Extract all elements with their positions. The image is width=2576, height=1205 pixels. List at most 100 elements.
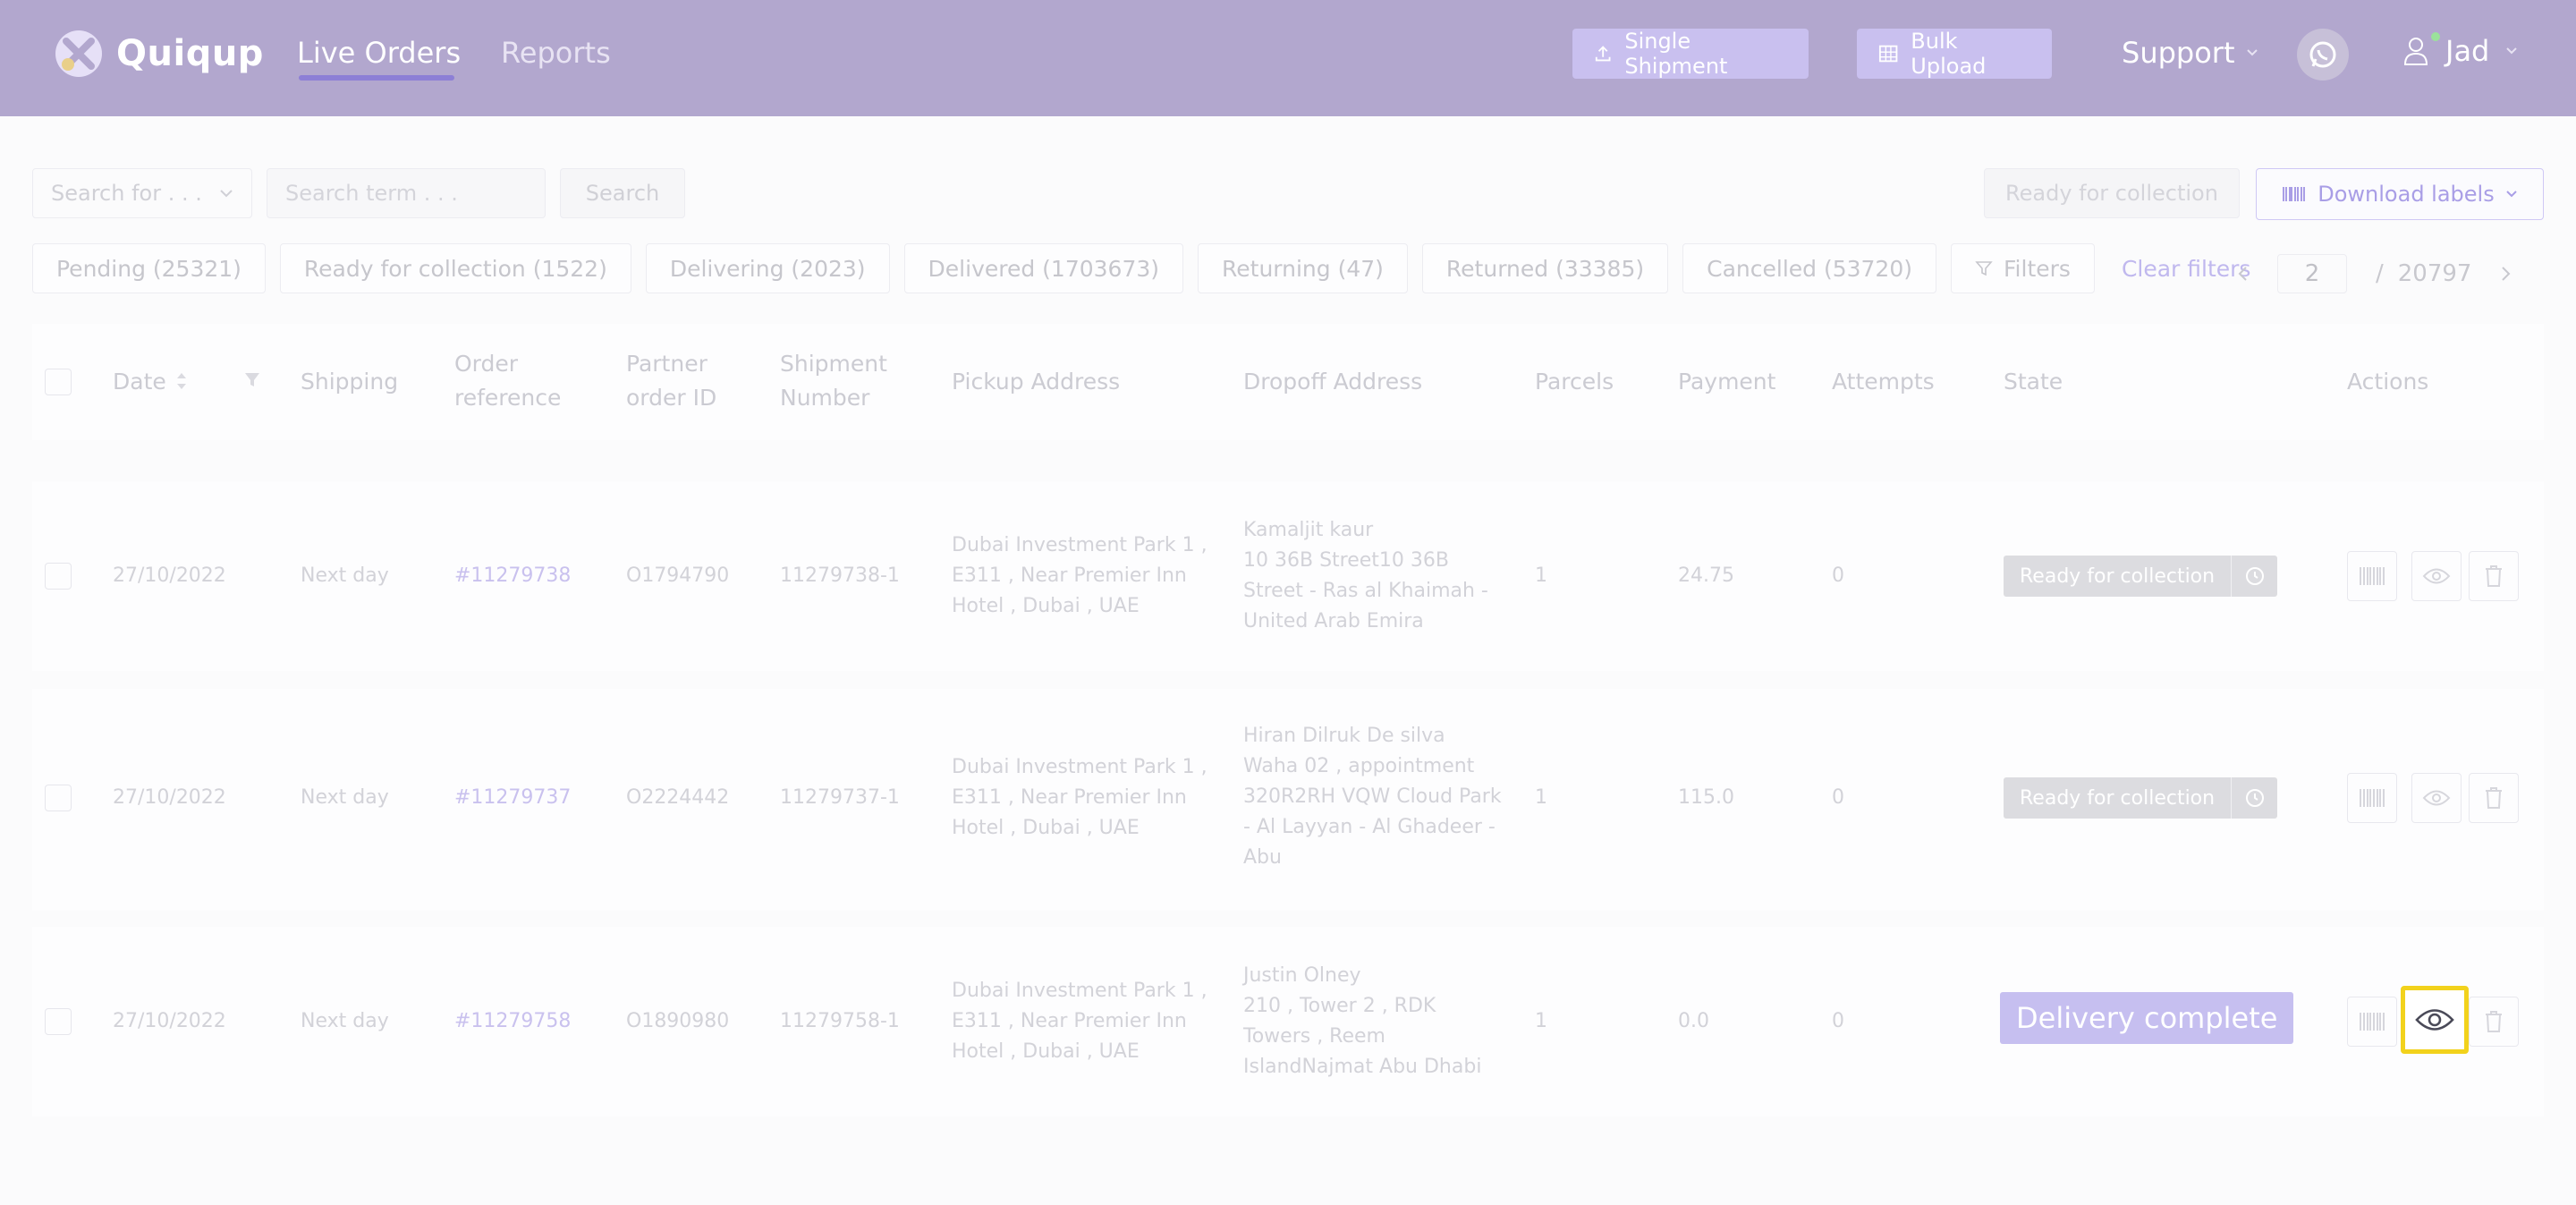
row-partner-order-id: O1794790 [626,564,730,587]
col-date[interactable]: Date [113,365,166,399]
row-attempts: 0 [1832,1010,1844,1032]
table-row[interactable]: 27/10/2022 Next day #11279738 O1794790 1… [32,481,2544,671]
whatsapp-icon[interactable] [2297,29,2349,81]
row-dropoff-line: 320R2RH VQW Cloud Park [1243,785,1502,808]
bulk-upload-label: Bulk Upload [1911,29,1987,79]
row-date: 27/10/2022 [113,1010,226,1032]
tab-pending[interactable]: Pending (25321) [32,243,266,293]
single-shipment-button[interactable]: Single Shipment [1572,29,1809,79]
row-pickup-line: E311 , Near Premier Inn [952,786,1187,809]
tab-ready-for-collection[interactable]: Ready for collection (1522) [279,243,631,293]
nav-live-orders[interactable]: Live Orders [297,36,461,70]
row-checkbox[interactable] [45,563,72,590]
table-row[interactable]: 27/10/2022 Next day #11279737 O2224442 1… [32,689,2544,911]
row-pickup-line: E311 , Near Premier Inn [952,1010,1187,1032]
row-partner-order-id: O2224442 [626,786,730,809]
row-checkbox[interactable] [45,1008,72,1035]
print-label-button[interactable] [2347,551,2397,601]
support-menu[interactable]: Support [2122,36,2258,70]
status-tabs: Pending (25321) Ready for collection (15… [32,243,2250,293]
row-shipping: Next day [301,564,389,587]
filters-button[interactable]: Filters [1951,243,2095,293]
delete-order-button[interactable] [2469,773,2519,823]
filter-icon[interactable] [243,370,261,390]
row-checkbox[interactable] [45,785,72,811]
quiqup-logo-icon [55,30,102,77]
clear-filters-link[interactable]: Clear filters [2122,256,2251,282]
print-label-button[interactable] [2347,997,2397,1047]
state-badge: Ready for collection [2004,777,2278,819]
select-all-checkbox[interactable] [45,369,72,395]
view-order-button[interactable] [2411,773,2462,823]
row-pickup-line: Hotel , Dubai , UAE [952,595,1140,617]
quiqup-logo[interactable]: Quiqup [54,29,264,79]
view-order-button[interactable] [2411,551,2462,601]
upload-icon [1595,46,1611,62]
search-button-label: Search [585,181,660,206]
state-badge: Ready for collection [2004,556,2278,597]
col-payment: Payment [1678,369,1776,395]
state-badge-delivery-complete: Delivery complete [2000,992,2294,1044]
support-label: Support [2122,36,2235,70]
row-dropoff-line: Hiran Dilruk De silva [1243,725,1445,747]
row-pickup-line: E311 , Near Premier Inn [952,564,1187,587]
col-shipment-number-line2: Number [780,385,870,411]
barcode-icon [2360,789,2385,807]
page-total: 20797 [2397,260,2472,287]
table-row[interactable]: 27/10/2022 Next day #11279758 O1890980 1… [32,927,2544,1116]
eye-icon [2422,790,2451,806]
user-icon [2403,38,2428,65]
chevron-down-icon [2506,191,2517,198]
col-state: State [2004,369,2063,395]
sort-icon[interactable] [175,369,188,394]
user-name: Jad [2445,34,2490,68]
col-partner-order-id: Partner [626,351,708,377]
tab-delivered[interactable]: Delivered (1703673) [903,243,1184,293]
nav-reports[interactable]: Reports [501,36,611,70]
row-shipping: Next day [301,1010,389,1032]
tab-returned[interactable]: Returned (33385) [1421,243,1669,293]
barcode-icon [2360,1013,2385,1031]
tab-returning[interactable]: Returning (47) [1198,243,1408,293]
delete-order-button[interactable] [2469,997,2519,1047]
row-payment: 24.75 [1678,564,1734,587]
row-pickup-line: Dubai Investment Park 1 , [952,756,1208,778]
delete-order-button[interactable] [2469,551,2519,601]
page-number-input[interactable]: 2 [2277,254,2347,293]
tab-delivering[interactable]: Delivering (2023) [645,243,890,293]
chevron-right-icon[interactable] [2500,265,2512,283]
search-button[interactable]: Search [560,168,685,218]
bulk-upload-button[interactable]: Bulk Upload [1857,29,2052,79]
whatsapp-glyph-icon [2309,41,2336,68]
row-dropoff-line: - Al Layyan - Al Ghadeer - [1243,816,1496,838]
chevron-left-icon[interactable] [2236,265,2249,283]
search-bar: Search for . . . Search term . . . Searc… [32,168,685,218]
download-labels-label: Download labels [2318,182,2495,207]
eye-icon [2422,568,2451,584]
pagination: 2 / 20797 [2236,254,2512,293]
clock-icon[interactable] [2231,556,2277,597]
user-menu[interactable]: Jad [2402,34,2518,68]
row-pickup-line: Dubai Investment Park 1 , [952,534,1208,556]
row-order-reference-link[interactable]: #11279758 [454,1006,571,1037]
row-date: 27/10/2022 [113,786,226,809]
top-navbar: Quiqup Live Orders Reports Single Shipme… [0,0,2576,116]
search-term-input[interactable]: Search term . . . [267,168,546,218]
view-order-button-highlighted[interactable] [2401,986,2469,1054]
clock-icon[interactable] [2231,777,2277,819]
col-partner-order-id-line2: order ID [626,385,717,411]
ready-for-collection-button[interactable]: Ready for collection [1984,168,2240,218]
download-labels-button[interactable]: Download labels [2256,168,2544,220]
tab-cancelled[interactable]: Cancelled (53720) [1682,243,1936,293]
row-dropoff-line: Waha 02 , appointment [1243,755,1475,777]
search-for-select[interactable]: Search for . . . [32,168,252,218]
row-attempts: 0 [1832,786,1844,809]
col-order-reference: Order [454,351,519,377]
row-shipment-number: 11279758-1 [780,1010,900,1032]
state-label: Delivery complete [2016,1001,2278,1035]
row-order-reference-link[interactable]: #11279738 [454,561,571,591]
row-shipment-number: 11279738-1 [780,564,900,587]
active-nav-indicator [299,75,454,81]
print-label-button[interactable] [2347,773,2397,823]
row-order-reference-link[interactable]: #11279737 [454,783,571,813]
